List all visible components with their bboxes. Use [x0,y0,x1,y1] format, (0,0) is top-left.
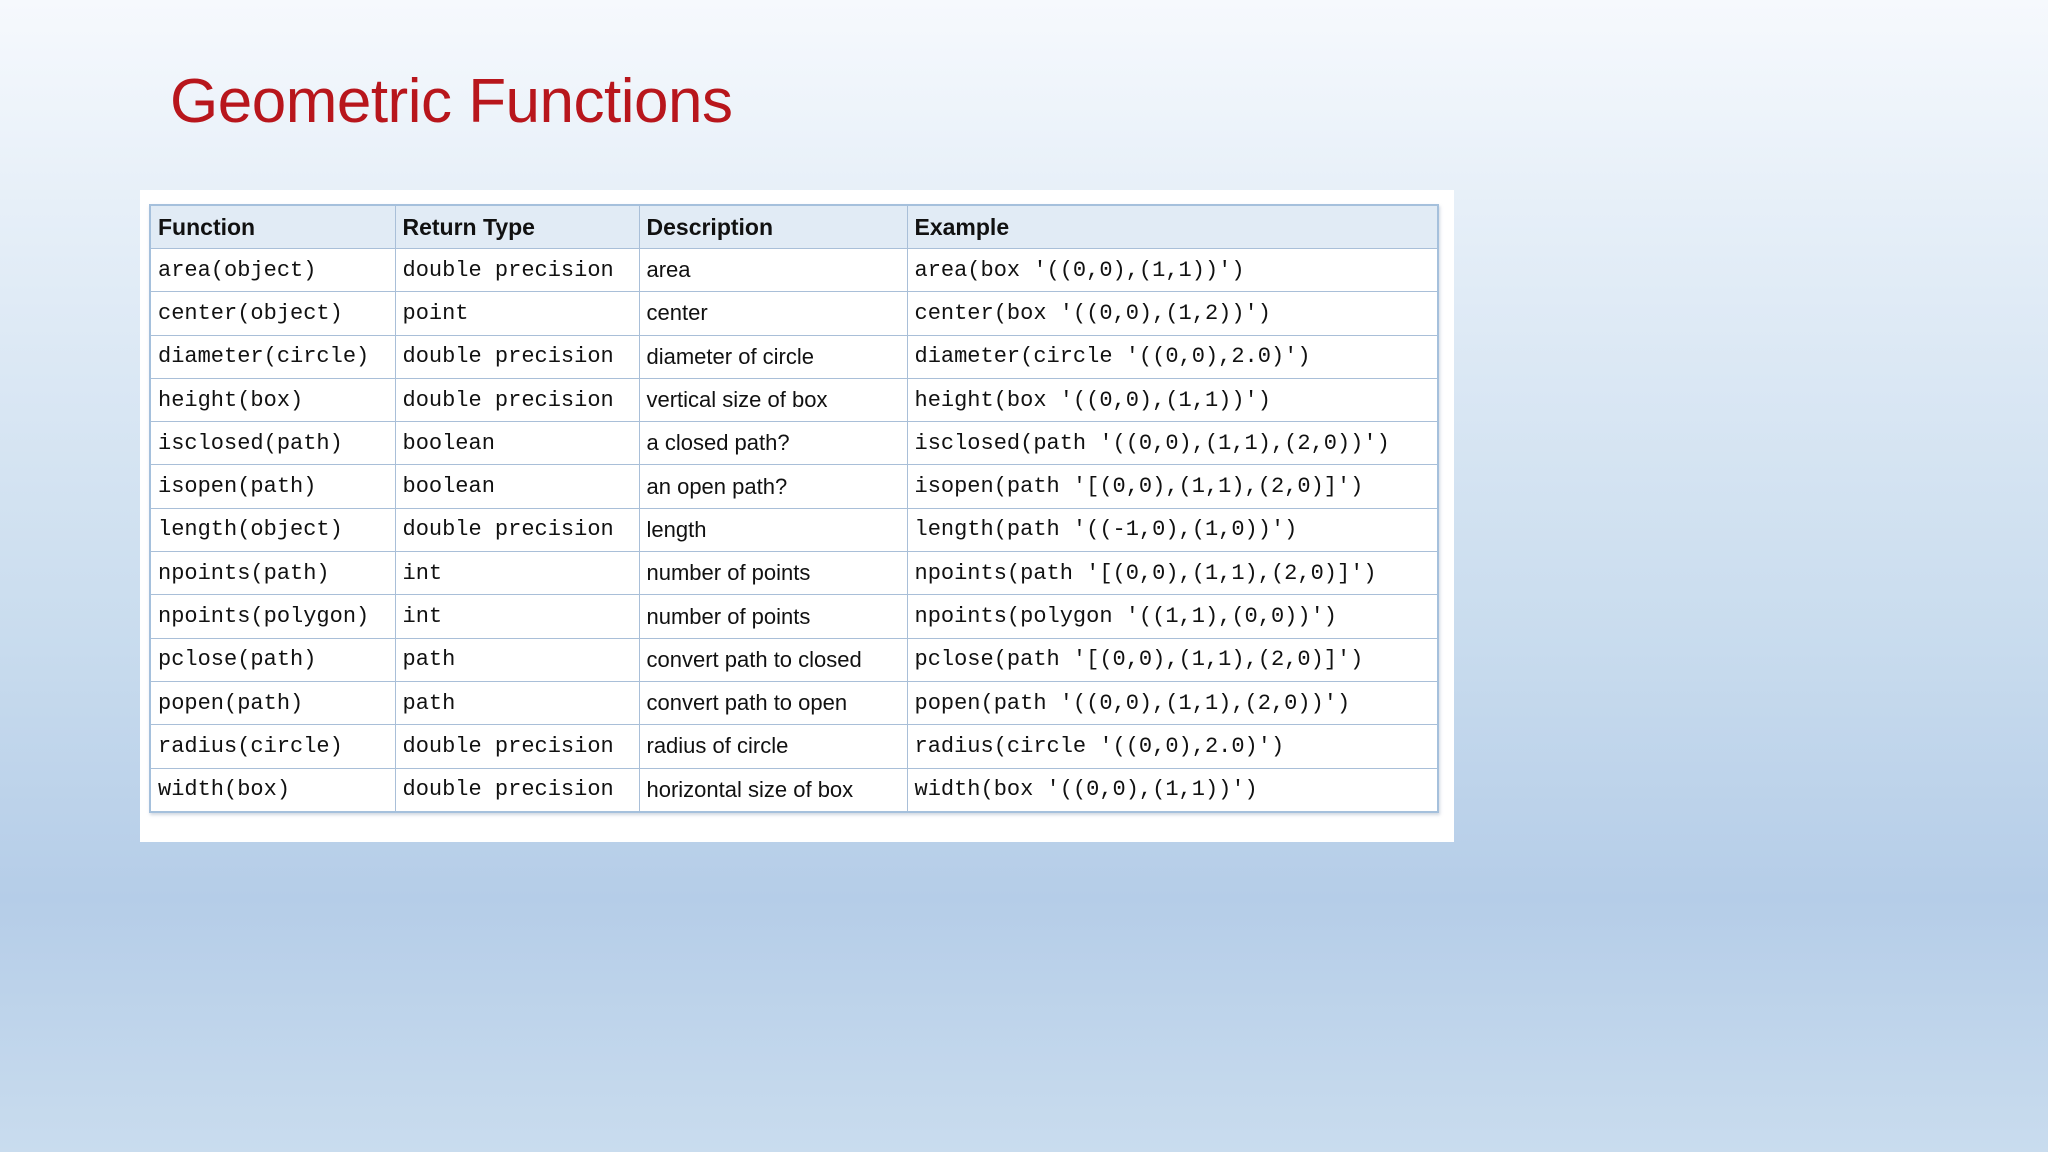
table-row: height(box) double precision vertical size… [149,377,1439,423]
cell-description: diameter of circle [638,334,908,379]
cell-return-type: boolean [394,421,640,466]
cell-function: diameter(circle) [149,334,396,379]
table-header-row: Function Return Type Description Example [149,204,1439,249]
table-row: npoints(path) int number of points npoints(… [149,551,1439,596]
cell-description: number of points [638,551,908,596]
table-row: npoints(polygon) int number of points npoin… [149,594,1439,639]
cell-example: isclosed(path '((0,0),(1,1),(2,0))') [906,421,1439,466]
cell-return-type: double precision [394,724,640,769]
cell-function: isopen(path) [149,464,396,509]
cell-description: vertical size of box [638,377,908,423]
cell-function: popen(path) [149,680,396,726]
header-description: Description [638,204,908,249]
cell-function: isclosed(path) [149,421,396,466]
table-row: isclosed(path) boolean a closed path? isclo… [149,421,1439,466]
table-row: center(object) point center center(box '((0… [149,291,1439,336]
cell-return-type: path [394,680,640,726]
cell-description: a closed path? [638,421,908,466]
cell-description: center [638,291,908,336]
cell-example: height(box '((0,0),(1,1))') [906,377,1439,423]
cell-return-type: int [394,594,640,639]
cell-example: area(box '((0,0),(1,1))') [906,247,1439,293]
table-row: isopen(path) boolean an open path? isopen(p… [149,464,1439,509]
cell-example: width(box '((0,0),(1,1))') [906,767,1439,813]
cell-function: height(box) [149,377,396,423]
cell-description: horizontal size of box [638,767,908,813]
cell-function: radius(circle) [149,724,396,769]
table-row: popen(path) path convert path to open popen… [149,680,1439,726]
cell-return-type: double precision [394,334,640,379]
cell-function: pclose(path) [149,637,396,682]
cell-example: npoints(path '[(0,0),(1,1),(2,0)]') [906,551,1439,596]
cell-description: area [638,247,908,293]
table-row: diameter(circle) double precision diameter… [149,334,1439,379]
cell-return-type: double precision [394,507,640,553]
table-row: radius(circle) double precision radius of … [149,724,1439,769]
cell-description: convert path to open [638,680,908,726]
cell-example: radius(circle '((0,0),2.0)') [906,724,1439,769]
header-example: Example [906,204,1439,249]
table-row: length(object) double precision length leng… [149,507,1439,553]
cell-return-type: int [394,551,640,596]
cell-example: center(box '((0,0),(1,2))') [906,291,1439,336]
cell-description: radius of circle [638,724,908,769]
cell-description: length [638,507,908,553]
cell-description: convert path to closed [638,637,908,682]
cell-function: length(object) [149,507,396,553]
cell-function: area(object) [149,247,396,293]
cell-example: popen(path '((0,0),(1,1),(2,0))') [906,680,1439,726]
table-row: pclose(path) path convert path to closed pc… [149,637,1439,682]
table-body: area(object) double precision area area(box… [149,247,1439,813]
cell-return-type: double precision [394,767,640,813]
cell-return-type: double precision [394,377,640,423]
cell-return-type: double precision [394,247,640,293]
cell-description: an open path? [638,464,908,509]
header-function: Function [149,204,396,249]
table-row: width(box) double precision horizontal siz… [149,767,1439,813]
cell-example: npoints(polygon '((1,1),(0,0))') [906,594,1439,639]
cell-return-type: boolean [394,464,640,509]
cell-example: length(path '((-1,0),(1,0))') [906,507,1439,553]
cell-return-type: point [394,291,640,336]
cell-function: center(object) [149,291,396,336]
cell-function: npoints(path) [149,551,396,596]
slide-title: Geometric Functions [170,67,733,136]
cell-example: pclose(path '[(0,0),(1,1),(2,0)]') [906,637,1439,682]
header-return-type: Return Type [394,204,640,249]
cell-description: number of points [638,594,908,639]
cell-function: npoints(polygon) [149,594,396,639]
cell-function: width(box) [149,767,396,813]
cell-example: diameter(circle '((0,0),2.0)') [906,334,1439,379]
cell-example: isopen(path '[(0,0),(1,1),(2,0)]') [906,464,1439,509]
table-row: area(object) double precision area area(box… [149,247,1439,293]
cell-return-type: path [394,637,640,682]
geometric-functions-table: Function Return Type Description Example… [149,204,1439,813]
table-image-frame: Function Return Type Description Example… [140,190,1454,842]
